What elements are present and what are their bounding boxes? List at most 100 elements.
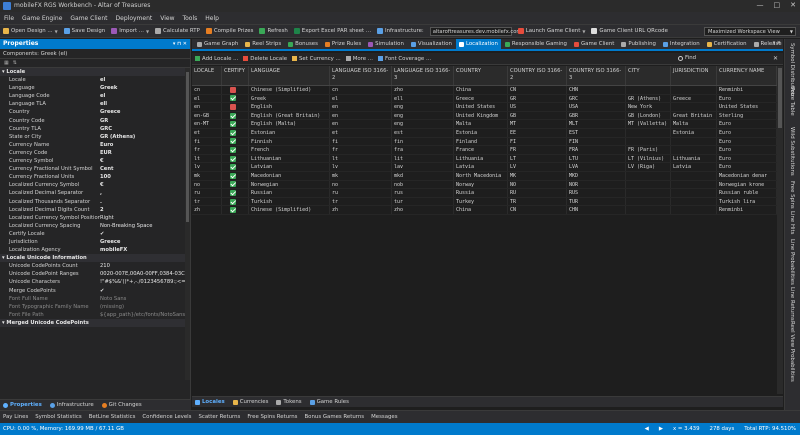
launch-game-client-button[interactable]: Launch Game Client ▼: [517, 28, 585, 34]
bottom-tab-bonus-games-returns[interactable]: Bonus Games Returns: [304, 414, 364, 420]
column-header-language-iso-3166-2[interactable]: LANGUAGE ISO 3166-2: [330, 66, 392, 85]
property-value[interactable]: €: [100, 157, 190, 165]
checkbox-checked-icon[interactable]: [230, 121, 236, 128]
property-value[interactable]: Cent: [100, 165, 190, 173]
property-value[interactable]: ${app_path}/etc/fonts/NotoSans-Regular.t…: [100, 311, 190, 319]
property-value[interactable]: 210: [100, 262, 190, 270]
workspace-view-select[interactable]: Maximized Workspace View ▼: [704, 27, 796, 36]
column-header-language[interactable]: LANGUAGE: [249, 66, 330, 85]
scrollbar-thumb[interactable]: [186, 72, 189, 222]
property-row[interactable]: Localized Currency Symbol €: [0, 181, 190, 189]
component-selector[interactable]: Components: Greek (el): [0, 49, 190, 59]
properties-scrollbar[interactable]: [185, 68, 190, 380]
tab-certification[interactable]: Certification: [704, 39, 750, 49]
compile-prizes-button[interactable]: Compile Prizes: [205, 28, 253, 34]
property-value[interactable]: ,: [100, 189, 190, 197]
property-row[interactable]: Unicode CodePoints Count 210: [0, 262, 190, 270]
table-row[interactable]: en English en eng United States US USA New York…: [192, 103, 777, 112]
certify-cell[interactable]: [222, 103, 249, 111]
property-row[interactable]: Currency Fractional Units 100: [0, 173, 190, 181]
tab-locales[interactable]: Locales: [195, 399, 225, 405]
save-design-button[interactable]: Save Design: [63, 28, 105, 34]
column-header-country[interactable]: COUNTRY: [454, 66, 508, 85]
property-value[interactable]: (missing): [100, 303, 190, 311]
tab-game-graph[interactable]: Game Graph: [194, 39, 241, 49]
property-row[interactable]: Currency Symbol €: [0, 157, 190, 165]
checkbox-checked-icon[interactable]: [230, 189, 236, 196]
property-value[interactable]: Noto Sans: [100, 295, 190, 303]
certify-cell[interactable]: [222, 189, 249, 197]
tab-integration[interactable]: Integration: [660, 39, 703, 49]
tab-responsible-gaming[interactable]: Responsible Gaming: [502, 39, 570, 49]
property-value[interactable]: Greece: [100, 108, 190, 116]
more-button[interactable]: More ...: [345, 56, 373, 62]
rail-tab-free-spins[interactable]: Free Spins: [789, 181, 795, 209]
tab-currencies[interactable]: Currencies: [232, 399, 268, 405]
checkbox-checked-icon[interactable]: [230, 129, 236, 136]
property-row[interactable]: Unicode CodePoint Ranges 0020-007E,00A0-0…: [0, 270, 190, 278]
property-row[interactable]: Currency Fractional Unit Symbol Cent: [0, 165, 190, 173]
bottom-tab-messages[interactable]: Messages: [371, 414, 397, 420]
property-value[interactable]: el: [100, 76, 190, 84]
table-row[interactable]: lt Lithuanian lt lit Lithuania LT LTU LT (Vilni…: [192, 154, 777, 164]
property-row[interactable]: Certify Locale ✔: [0, 230, 190, 238]
tab-publishing[interactable]: Publishing: [618, 39, 659, 49]
tab-game-client[interactable]: Game Client: [571, 39, 617, 49]
panel-pin-close[interactable]: ▾ ⊓ ✕: [173, 39, 187, 49]
property-value[interactable]: mobileFX: [100, 246, 190, 254]
property-row[interactable]: Language Code el: [0, 92, 190, 100]
column-header-locale[interactable]: LOCALE: [192, 66, 222, 85]
table-row[interactable]: lv Latvian lv lav Latvia LV LVA LV (Riga) Latvia…: [192, 163, 777, 172]
certify-cell[interactable]: [222, 120, 249, 128]
property-value[interactable]: GRC: [100, 125, 190, 133]
table-row[interactable]: cn Chinese (Simplified) cn zho China CN CHN Ren…: [192, 86, 777, 95]
rail-tab-line-probabilities[interactable]: Line Probabilities: [789, 239, 795, 285]
maximize-button[interactable]: □: [774, 1, 781, 9]
checkbox-checked-icon[interactable]: [230, 172, 236, 179]
property-row[interactable]: Localized Thousands Separator.: [0, 198, 190, 206]
property-row[interactable]: Localized Decimal Separator,: [0, 189, 190, 197]
tab-bonuses[interactable]: Bonuses: [285, 39, 321, 49]
property-category[interactable]: ▾ Merged Unicode CodePoints: [0, 318, 190, 327]
certify-cell[interactable]: [222, 137, 249, 146]
certify-cell[interactable]: [222, 86, 249, 94]
checkbox-unchecked-icon[interactable]: [230, 103, 236, 110]
property-row[interactable]: Font Typographic Family Name (missing): [0, 303, 190, 311]
checkbox-checked-icon[interactable]: [230, 164, 236, 171]
checkbox-checked-icon[interactable]: [230, 181, 236, 188]
table-row[interactable]: en-MT English (Malta) en eng Malta MT MLT MT (V…: [192, 120, 777, 129]
column-header-jurisdiction[interactable]: JURISDICTION: [671, 66, 717, 85]
table-row[interactable]: mk Macedonian mk mkd North Macedonia MK MKD Mac…: [192, 171, 777, 181]
tab-simulation[interactable]: Simulation: [365, 39, 407, 49]
menu-game-client[interactable]: Game Client: [70, 15, 107, 22]
checkbox-checked-icon[interactable]: [230, 112, 236, 119]
checkbox-checked-icon[interactable]: [230, 138, 236, 145]
property-value[interactable]: Non-Breaking Space: [100, 222, 190, 230]
set-currency-button[interactable]: Set Currency ...: [292, 56, 341, 62]
property-row[interactable]: Currency Name Euro: [0, 141, 190, 149]
import-button[interactable]: Import ... ▼: [111, 28, 149, 34]
font-coverage-button[interactable]: Font Coverage ...: [377, 56, 431, 62]
grid-scrollbar[interactable]: [777, 66, 783, 394]
property-value[interactable]: ✔: [100, 287, 190, 295]
property-value[interactable]: Greek: [100, 84, 190, 92]
property-value[interactable]: .: [100, 198, 190, 206]
scroll-right-icon[interactable]: ▶: [659, 426, 663, 432]
checkbox-checked-icon[interactable]: [230, 207, 236, 214]
property-row[interactable]: Merge CodePoints ✔: [0, 287, 190, 295]
property-row[interactable]: Country Code GR: [0, 117, 190, 125]
checkbox-checked-icon[interactable]: [230, 155, 236, 162]
infrastructure-input[interactable]: altaroftreasures.dev.mobilefx.com: [429, 26, 522, 36]
property-value[interactable]: Right: [100, 214, 190, 222]
rail-tab-wild-substitutions[interactable]: Wild Substitutions: [789, 127, 795, 176]
property-row[interactable]: Unicode Characters !"#$%&'()*+,-./012345…: [0, 278, 190, 286]
rail-tab-line-returns[interactable]: Line Returns: [789, 287, 795, 321]
certify-cell[interactable]: [222, 128, 249, 137]
property-row[interactable]: Currency Code EUR: [0, 149, 190, 157]
certify-cell[interactable]: [222, 94, 249, 103]
checkbox-checked-icon[interactable]: [230, 146, 236, 153]
export-excel-par-sheet-button[interactable]: Export Excel PAR sheet ...: [293, 28, 371, 34]
categorized-icon[interactable]: ▦: [4, 60, 9, 66]
menu-help[interactable]: Help: [205, 15, 219, 22]
certify-cell[interactable]: [222, 180, 249, 189]
